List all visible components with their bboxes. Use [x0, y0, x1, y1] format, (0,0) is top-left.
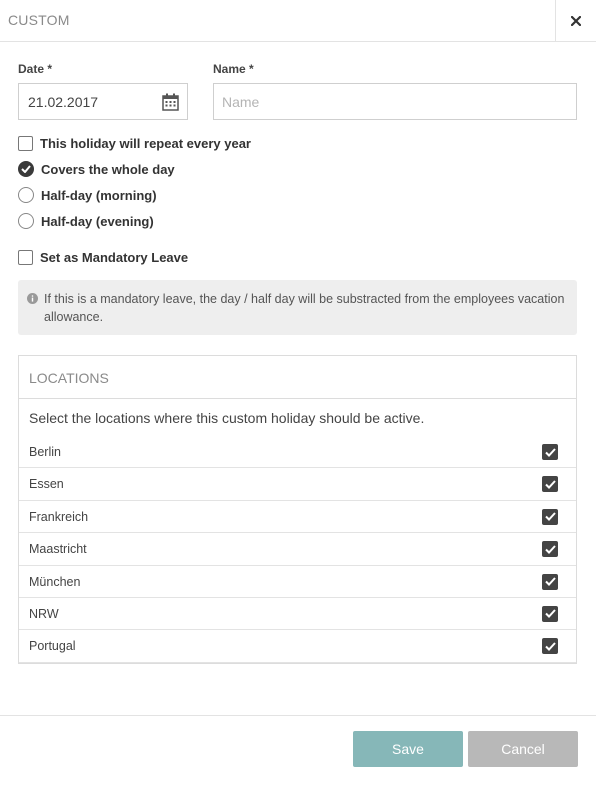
location-row[interactable]: NRW: [19, 598, 576, 631]
location-name: NRW: [29, 606, 59, 621]
whole-day-label: Covers the whole day: [41, 161, 175, 177]
dialog-header: CUSTOM: [0, 0, 596, 42]
location-row[interactable]: Berlin: [19, 436, 576, 469]
mandatory-leave-label: Set as Mandatory Leave: [40, 249, 189, 265]
check-icon: [544, 447, 556, 457]
whole-day-radio[interactable]: Covers the whole day: [18, 160, 175, 178]
cancel-button[interactable]: Cancel: [468, 731, 578, 767]
date-label: Date *: [18, 62, 53, 76]
location-name: Essen: [29, 477, 64, 492]
calendar-icon[interactable]: [162, 93, 179, 111]
location-row[interactable]: Maastricht: [19, 533, 576, 566]
location-row[interactable]: Portugal: [19, 630, 576, 663]
location-name: Portugal: [29, 639, 76, 654]
location-row[interactable]: München: [19, 566, 576, 598]
half-day-morning-radio[interactable]: Half-day (morning): [18, 186, 157, 204]
close-button[interactable]: [555, 0, 596, 41]
location-name: Berlin: [29, 445, 61, 459]
location-row[interactable]: Essen: [19, 468, 576, 501]
location-checkbox[interactable]: [542, 573, 558, 590]
half-day-evening-radio[interactable]: Half-day (evening): [18, 212, 154, 230]
location-checkbox[interactable]: [542, 605, 558, 622]
check-icon: [544, 642, 556, 651]
location-name: Frankreich: [29, 509, 89, 524]
locations-list: Berlin Essen Frankreich Maastricht Münch…: [19, 436, 576, 663]
radio-unchecked-icon[interactable]: [18, 187, 34, 203]
half-day-morning-label: Half-day (morning): [41, 187, 157, 203]
location-checkbox[interactable]: [542, 476, 558, 493]
location-name: Maastricht: [29, 542, 87, 557]
name-input[interactable]: [214, 84, 576, 119]
locations-title: LOCATIONS: [29, 370, 109, 386]
close-icon: [571, 15, 581, 26]
check-icon: [544, 544, 556, 554]
repeat-yearly-label: This holiday will repeat every year: [40, 135, 251, 151]
info-box: If this is a mandatory leave, the day / …: [18, 280, 577, 335]
location-name: München: [29, 574, 81, 589]
half-day-evening-label: Half-day (evening): [41, 213, 154, 229]
check-icon: [544, 577, 556, 587]
location-checkbox[interactable]: [542, 508, 558, 525]
dialog-title: CUSTOM: [8, 12, 70, 28]
name-label: Name *: [213, 62, 254, 76]
check-icon: [544, 512, 556, 522]
repeat-yearly-checkbox[interactable]: This holiday will repeat every year: [18, 134, 251, 152]
locations-panel: LOCATIONS Select the locations where thi…: [18, 355, 577, 664]
radio-unchecked-icon[interactable]: [18, 213, 34, 229]
mandatory-leave-box[interactable]: [18, 249, 33, 265]
repeat-yearly-box[interactable]: [18, 135, 33, 151]
location-checkbox[interactable]: [542, 541, 558, 558]
locations-description: Select the locations where this custom h…: [29, 410, 425, 426]
mandatory-leave-checkbox[interactable]: Set as Mandatory Leave: [18, 248, 188, 266]
check-icon: [544, 609, 556, 619]
info-text: If this is a mandatory leave, the day / …: [44, 292, 565, 324]
date-field[interactable]: 21.02.2017: [18, 83, 188, 120]
location-checkbox[interactable]: [542, 638, 558, 655]
info-icon: [27, 293, 38, 304]
location-row[interactable]: Frankreich: [19, 501, 576, 534]
check-icon: [544, 480, 556, 489]
save-button[interactable]: Save: [353, 731, 463, 767]
footer-divider: [0, 715, 596, 716]
locations-header: LOCATIONS: [19, 356, 576, 399]
date-value[interactable]: 21.02.2017: [28, 94, 98, 110]
radio-checked-icon[interactable]: [18, 161, 34, 177]
location-checkbox[interactable]: [542, 444, 558, 460]
name-field-wrapper: [213, 83, 577, 120]
